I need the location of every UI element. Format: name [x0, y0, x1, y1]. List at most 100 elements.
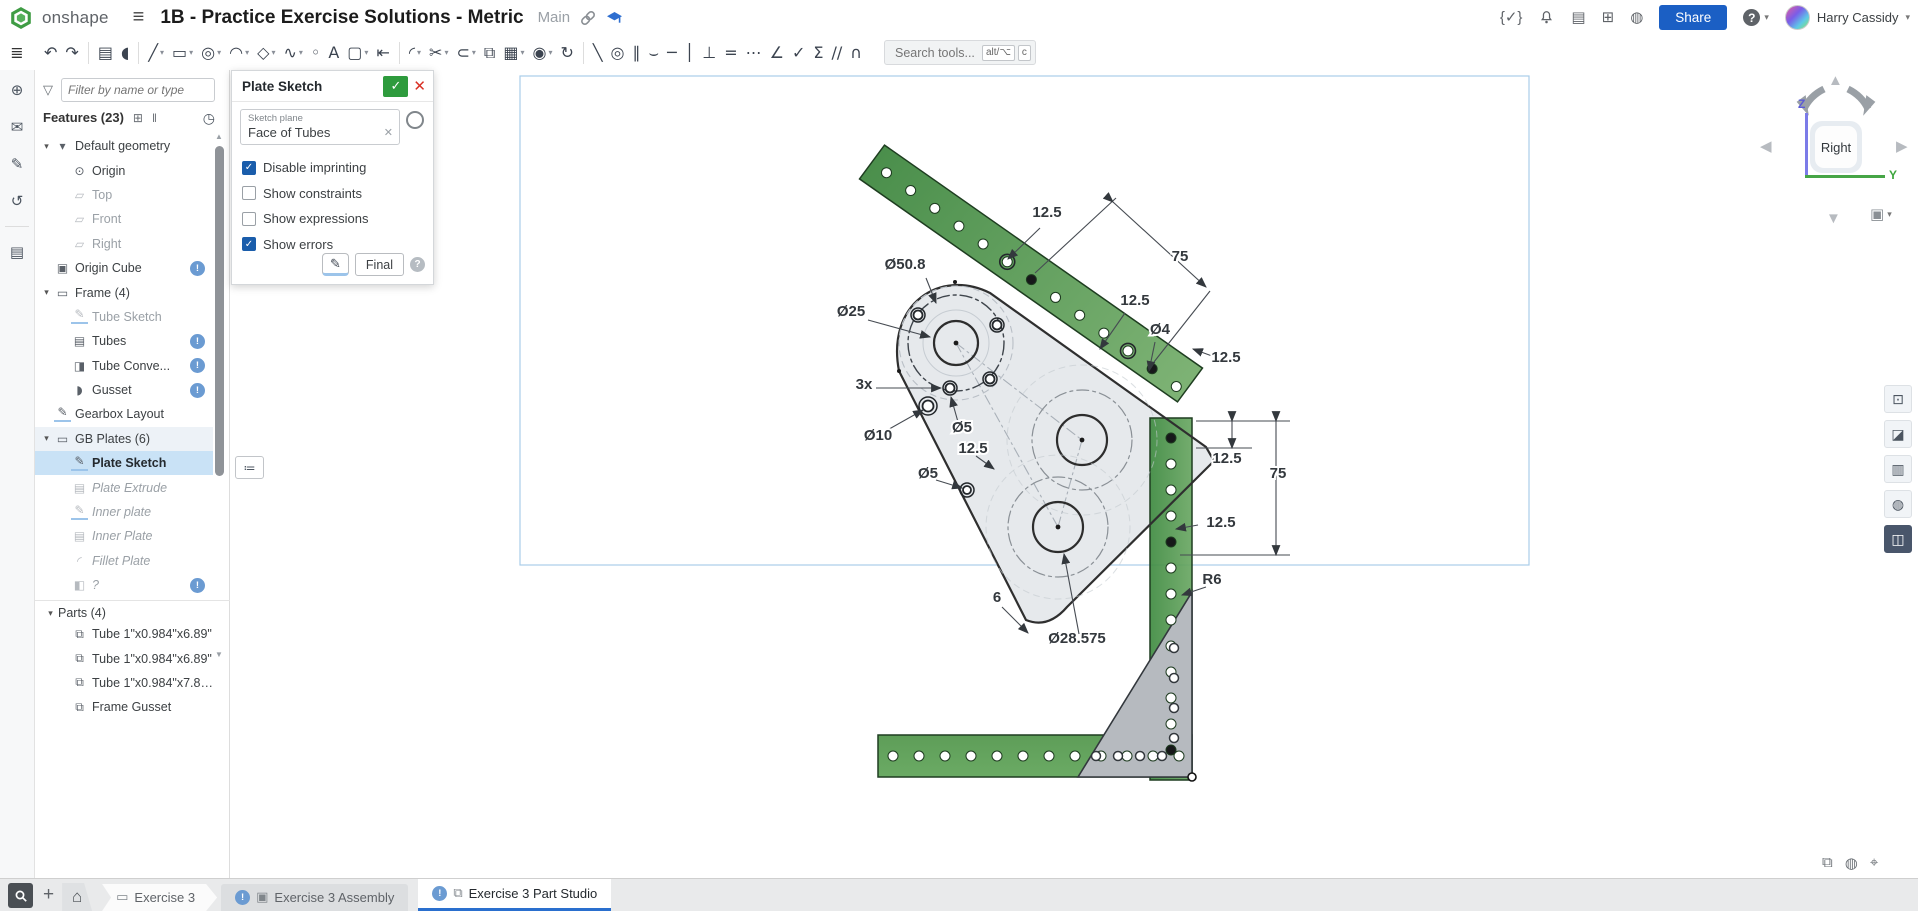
expand-caret-icon[interactable]: ▾ — [43, 608, 58, 619]
circle-tool-button[interactable]: ◎▾ — [197, 39, 225, 67]
feature-row[interactable]: ✎Inner plate — [35, 500, 213, 524]
expand-caret-icon[interactable]: ▾ — [39, 433, 54, 444]
dialog-help-icon[interactable]: ? — [410, 257, 425, 272]
view-face-label[interactable]: Right — [1815, 126, 1857, 168]
checkbox[interactable]: ✓ — [242, 161, 256, 175]
cad-viewport[interactable]: 12.575Ø50.812.5Ø25Ø412.53xØ5Ø1012.5Ø512.… — [230, 70, 1918, 878]
sketch-hole[interactable] — [1166, 485, 1176, 495]
insert-icon[interactable]: ⊕ — [5, 78, 29, 102]
sketch-hole[interactable] — [1123, 346, 1133, 356]
redo-tool-button[interactable]: ↷ — [61, 39, 82, 67]
suppress-pause-icon[interactable]: ‖ — [152, 111, 157, 125]
add-tab-button[interactable]: + — [43, 884, 54, 906]
sketch-hole[interactable] — [963, 486, 971, 494]
dimension-label[interactable]: 12.5 — [1211, 349, 1240, 366]
fit-spline-tool-button[interactable]: ✓ — [788, 39, 809, 67]
perpendicular-tool-button[interactable]: ⊥ — [698, 39, 720, 67]
rotate-up-icon[interactable]: ▲ — [1828, 73, 1843, 88]
linear-pattern-tool-button[interactable]: ▦▾ — [499, 39, 528, 67]
sketch-hole[interactable] — [1122, 751, 1132, 761]
feature-row[interactable]: ▾▭Frame (4) — [35, 280, 213, 304]
dimension-label[interactable]: Ø5 — [952, 419, 972, 436]
clear-selection-icon[interactable]: ✕ — [384, 126, 393, 139]
sketch-hole[interactable] — [993, 321, 1002, 330]
dimension-label[interactable]: 75 — [1172, 248, 1189, 265]
filter-input[interactable] — [61, 78, 215, 102]
search-tools-box[interactable]: alt/⌥ c — [884, 40, 1036, 65]
info-badge-icon[interactable]: ! — [190, 334, 205, 349]
horizontal-tool-button[interactable]: ─ — [663, 39, 681, 67]
sketch-hole[interactable] — [1075, 310, 1085, 320]
line-tool-button[interactable]: ╱▾ — [144, 39, 168, 67]
sketch-hole[interactable] — [1158, 752, 1167, 761]
offset-tool-button[interactable]: ⊂▾ — [452, 39, 479, 67]
sketch-hole[interactable] — [1170, 674, 1179, 683]
tab-partstudio[interactable]: !⧉Exercise 3 Part Studio — [418, 879, 611, 911]
scroll-up-icon[interactable]: ▲ — [215, 132, 223, 141]
section-view-icon[interactable]: ◪ — [1884, 420, 1912, 448]
tab-assembly[interactable]: !▣Exercise 3 Assembly — [221, 884, 408, 911]
sketch-hole[interactable] — [954, 221, 964, 231]
sketch-hole[interactable] — [1002, 257, 1012, 267]
checkbox-row[interactable]: ✓Disable imprinting — [242, 155, 427, 181]
construction-tool-button[interactable]: ╲ — [589, 39, 607, 67]
view-cube[interactable]: ▲ ◀ ▶ ▼ Z Y Right ▣ ▾ — [1758, 73, 1914, 235]
app-store-icon[interactable]: ⊞ — [1602, 10, 1615, 25]
feature-row[interactable]: ▣Origin Cube! — [35, 256, 213, 280]
polygon-tool-button[interactable]: ◇▾ — [253, 39, 279, 67]
hatch-tool-button[interactable]: // — [827, 39, 846, 67]
onshape-logo-icon[interactable] — [10, 7, 32, 29]
chevron-down-icon[interactable]: ▾ — [520, 48, 524, 57]
expand-caret-icon[interactable]: ▾ — [39, 287, 54, 298]
sketch-hole[interactable] — [1170, 644, 1179, 653]
scrollbar-thumb[interactable] — [215, 146, 224, 476]
circular-pattern-tool-button[interactable]: ◉▾ — [528, 39, 556, 67]
checkbox[interactable]: ✓ — [242, 237, 256, 251]
comment-icon[interactable]: ✉ — [5, 115, 29, 139]
coincident-tool-button[interactable]: ◎ — [607, 39, 629, 67]
arc-tool-button[interactable]: ◠▾ — [225, 39, 253, 67]
rotate-down-icon[interactable]: ▼ — [1826, 211, 1841, 226]
feature-row[interactable]: ▱Front — [35, 207, 213, 231]
dimension-label[interactable]: R6 — [1202, 571, 1221, 588]
sketch-hole[interactable] — [881, 168, 891, 178]
extrude-tool-button[interactable]: ▤ — [94, 39, 117, 67]
sketch-hole[interactable] — [1166, 563, 1176, 573]
panel-scrollbar[interactable]: ▲ ▼ — [215, 132, 225, 672]
cut-list-icon[interactable]: ▤ — [5, 240, 29, 264]
feature-row[interactable]: ▾▾Default geometry — [35, 134, 213, 158]
dimension-label[interactable]: Ø28.575 — [1048, 630, 1106, 647]
checkbox[interactable] — [242, 186, 256, 200]
angle-tool-button[interactable]: ∠ — [766, 39, 788, 67]
dimension-label[interactable]: 12.5 — [1206, 514, 1235, 531]
sketch-hole[interactable] — [1148, 751, 1158, 761]
home-tab-button[interactable]: ⌂ — [62, 883, 92, 911]
release-tasks-icon[interactable]: ▤ — [1571, 10, 1585, 25]
undo-tool-button[interactable]: ↶ — [40, 39, 61, 67]
feature-row[interactable]: ⧉Tube 1"x0.984"x6.89" — [35, 622, 213, 646]
parallel-tool-button[interactable]: ∥ — [628, 39, 644, 67]
sketch-hole[interactable] — [966, 751, 976, 761]
graphics-area[interactable]: 12.575Ø50.812.5Ø25Ø412.53xØ5Ø1012.5Ø512.… — [230, 70, 1918, 878]
feature-row[interactable]: ⊙Origin — [35, 158, 213, 182]
feature-row[interactable]: ◜Fillet Plate — [35, 549, 213, 573]
view-cube-face[interactable]: Right — [1810, 121, 1862, 173]
chevron-down-icon[interactable]: ▾ — [299, 48, 303, 57]
fillet-tool-button[interactable]: ◜▾ — [405, 39, 425, 67]
sketch-hole[interactable] — [1174, 751, 1184, 761]
featurescript-icon[interactable]: {✓} — [1500, 10, 1523, 25]
feature-row[interactable]: ▾▭GB Plates (6) — [35, 427, 213, 451]
sketch-hole[interactable] — [1147, 364, 1157, 374]
tangent-tool-button[interactable]: ⌣ — [644, 39, 663, 67]
sketch-hole[interactable] — [1166, 433, 1176, 443]
help-menu[interactable]: ? ▾ — [1743, 9, 1769, 26]
avatar[interactable] — [1785, 5, 1810, 30]
rotate-left-icon[interactable]: ◀ — [1760, 139, 1772, 154]
parts-header[interactable]: ▾ Parts (4) — [43, 606, 106, 620]
arc-slot-tool-button[interactable]: ∩ — [846, 39, 866, 67]
dialog-header[interactable]: Plate Sketch ✓ ✕ — [232, 71, 433, 102]
tab-folder[interactable]: ▭Exercise 3 — [102, 884, 217, 911]
sketch-hole[interactable] — [1026, 275, 1036, 285]
sketch-hole[interactable] — [1171, 382, 1181, 392]
named-views-icon[interactable]: ◍ — [1884, 490, 1912, 518]
